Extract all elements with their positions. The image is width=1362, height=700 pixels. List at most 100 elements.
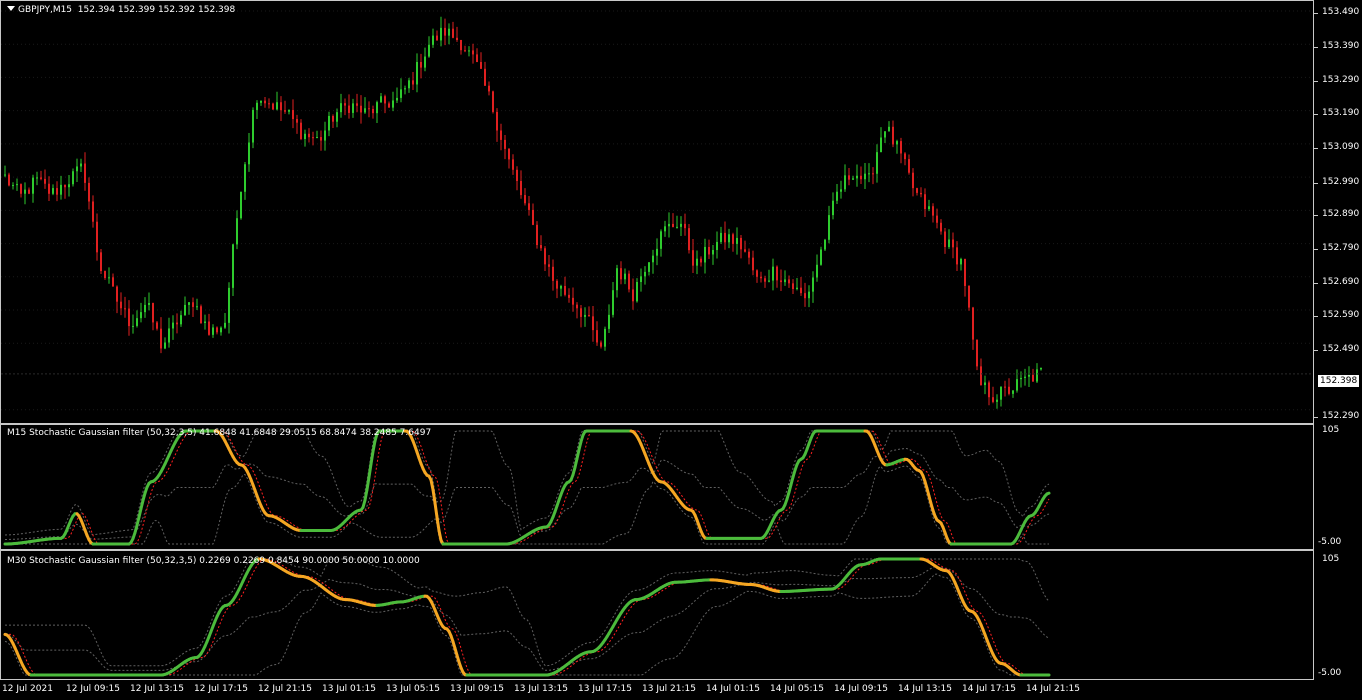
candle-body xyxy=(996,399,998,402)
candle-body xyxy=(612,290,614,315)
candle-body xyxy=(140,312,142,319)
candle-body xyxy=(48,183,50,194)
candle-body xyxy=(164,342,166,349)
candle-body xyxy=(964,258,966,286)
candle-body xyxy=(804,293,806,299)
candle-body xyxy=(556,280,558,289)
candle-body xyxy=(600,342,602,347)
candle-body xyxy=(856,175,858,179)
axis-top-label: 105 xyxy=(1322,554,1340,564)
oscillator-segment xyxy=(1045,491,1051,496)
candle-body xyxy=(432,35,434,45)
candle-body xyxy=(36,177,38,179)
candlestick-chart[interactable] xyxy=(1,1,1313,423)
candle-body xyxy=(1036,369,1038,382)
candle-body xyxy=(28,189,30,194)
candle-body xyxy=(880,137,882,153)
candle-body xyxy=(120,301,122,309)
candle-body xyxy=(520,181,522,196)
price-tick: 152.590 xyxy=(1322,310,1360,320)
indicator-pane-m30[interactable]: M30 Stochastic Gaussian filter (50,32,3,… xyxy=(0,550,1314,680)
band-upper xyxy=(5,558,1050,667)
candle-body xyxy=(56,188,58,195)
candle-body xyxy=(852,178,854,180)
candle-body xyxy=(840,189,842,192)
candle-body xyxy=(104,271,106,279)
candle-body xyxy=(312,137,314,139)
candle-body xyxy=(380,96,382,103)
candle-body xyxy=(720,232,722,242)
candle-body xyxy=(704,246,706,263)
candle-body xyxy=(200,306,202,323)
candle-body xyxy=(960,258,962,265)
candle-body xyxy=(848,175,850,180)
candle-body xyxy=(188,302,190,305)
candle-body xyxy=(1028,374,1030,377)
candle-body xyxy=(912,172,914,189)
candle-body xyxy=(328,115,330,131)
band-lower xyxy=(4,573,1049,676)
candle-body xyxy=(904,153,906,160)
candle-body xyxy=(692,250,694,266)
time-tick: 14 Jul 17:15 xyxy=(962,684,1016,694)
candle-body xyxy=(460,39,462,51)
candle-body xyxy=(508,148,510,160)
candle-body xyxy=(148,303,150,305)
candle-body xyxy=(376,102,378,114)
candle-body xyxy=(496,111,498,131)
stochastic-m30-chart[interactable] xyxy=(1,551,1313,679)
candle-body xyxy=(60,184,62,195)
candle-body xyxy=(396,97,398,101)
candle-body xyxy=(412,80,414,85)
candle-body xyxy=(264,100,266,104)
candle-body xyxy=(648,262,650,272)
stochastic-m15-chart[interactable] xyxy=(1,425,1313,549)
candle-body xyxy=(220,327,222,333)
candle-body xyxy=(216,327,218,333)
price-tick: 152.890 xyxy=(1322,209,1360,219)
candle-body xyxy=(500,130,502,140)
candle-body xyxy=(812,277,814,292)
candle-body xyxy=(488,85,490,92)
oscillator-segment xyxy=(431,488,437,505)
candle-body xyxy=(492,91,494,112)
candle-body xyxy=(532,209,534,225)
candle-body xyxy=(316,137,318,139)
candle-body xyxy=(796,287,798,290)
candle-body xyxy=(440,27,442,41)
price-axis[interactable]: 153.490 153.390 153.290 153.190 153.090 … xyxy=(1314,0,1362,424)
candle-body xyxy=(820,249,822,265)
oscillator-segment xyxy=(369,450,375,466)
candle-body xyxy=(212,327,214,335)
oscillator-segment xyxy=(433,501,439,519)
indicator-pane-m15[interactable]: M15 Stochastic Gaussian filter (50,32,3,… xyxy=(0,424,1314,550)
candle-body xyxy=(248,142,250,165)
candle-body xyxy=(756,270,758,277)
candle-body xyxy=(896,141,898,145)
candle-body xyxy=(744,249,746,252)
candle-body xyxy=(616,268,618,291)
price-tick: 153.190 xyxy=(1322,108,1360,118)
candle-body xyxy=(20,184,22,194)
time-tick: 14 Jul 05:15 xyxy=(770,684,824,694)
time-axis[interactable]: 12 Jul 2021 12 Jul 09:15 12 Jul 13:15 12… xyxy=(0,680,1314,700)
candle-body xyxy=(632,289,634,302)
candle-body xyxy=(652,255,654,263)
candle-body xyxy=(332,115,334,122)
candle-body xyxy=(932,206,934,216)
candle-body xyxy=(576,304,578,309)
candle-body xyxy=(636,282,638,302)
candle-body xyxy=(604,328,606,347)
candle-body xyxy=(656,248,658,256)
candle-body xyxy=(972,307,974,340)
time-tick: 13 Jul 01:15 xyxy=(322,684,376,694)
time-tick: 13 Jul 05:15 xyxy=(386,684,440,694)
candle-body xyxy=(112,277,114,287)
band-upper xyxy=(4,430,1050,536)
candle-body xyxy=(792,283,794,290)
candle-body xyxy=(584,314,586,317)
candle-body xyxy=(352,103,354,113)
candle-body xyxy=(716,241,718,251)
caret-down-icon[interactable] xyxy=(7,6,15,11)
main-chart-pane[interactable]: GBPJPY,M15 152.394 152.399 152.392 152.3… xyxy=(0,0,1314,424)
